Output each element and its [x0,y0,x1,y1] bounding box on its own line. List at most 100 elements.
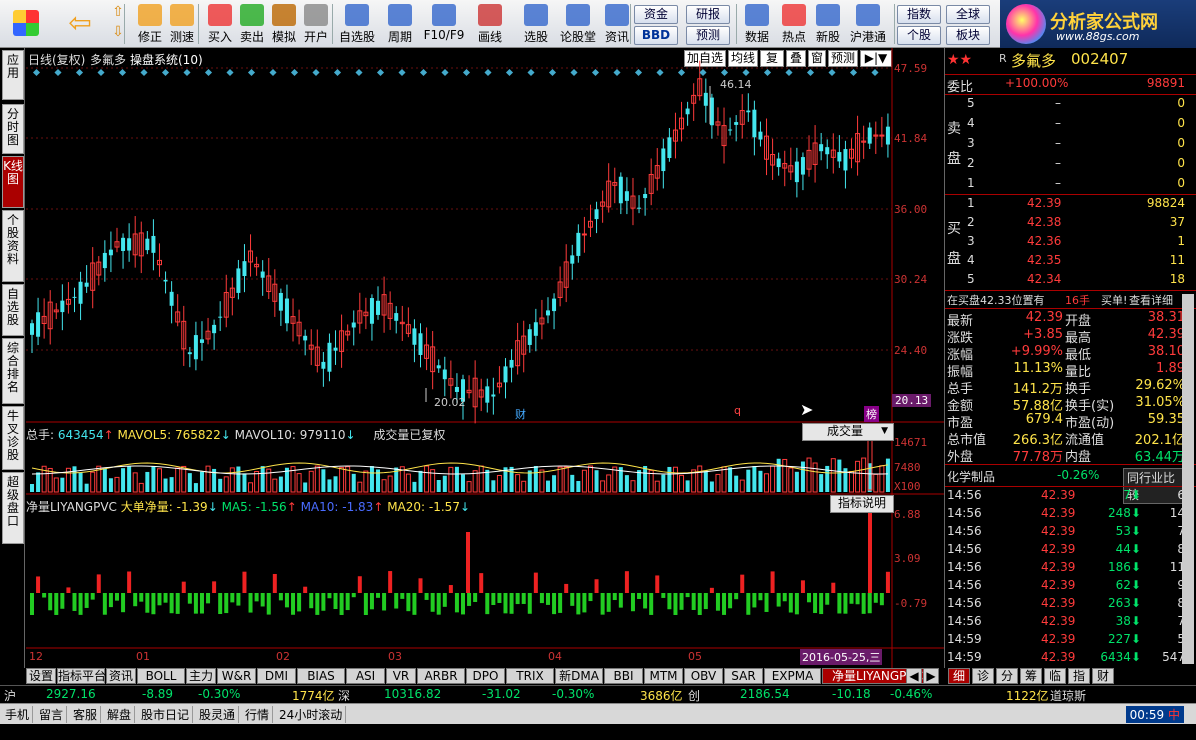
left-tab-7[interactable]: 超级盘口 [2,472,24,544]
buy-level-row[interactable]: 5 42.34 18 [945,272,1185,290]
indicator-tab[interactable]: MTM [644,668,683,684]
left-tab-1[interactable]: 分时图 [2,104,24,154]
screen-button-10[interactable]: 选股 [516,2,556,46]
pen-button-9[interactable]: 画线 [470,2,510,46]
status-item[interactable]: 留言 [36,706,68,723]
pe-button-13[interactable]: 数据 [740,2,774,46]
left-tab-3[interactable]: 个股资料 [2,210,24,282]
left-tab-2[interactable]: K线图 [2,156,24,208]
zijin-button[interactable]: 资金 [634,5,678,24]
quote-tab[interactable]: 分 [996,668,1018,684]
chat-button-11[interactable]: 论股堂 [558,2,598,46]
quote-tab[interactable]: 细 [948,668,970,684]
status-item[interactable]: 客服 [70,706,102,723]
volume-dropdown[interactable]: 成交量 ▼ [802,423,894,441]
news-button-12[interactable]: 资讯 [600,2,634,46]
indicator-help-button[interactable]: 指标说明 [830,495,894,513]
star-button-6[interactable]: 自选股 [336,2,378,46]
buy-level-row[interactable]: 4 42.35 11 [945,253,1185,271]
finance-marker[interactable]: 财 [515,406,526,422]
kline-chart-panel[interactable]: 日线(复权) 多氟多 操盘系统(10) 加自选 均线 复权叠窗预测 ▶|▼ 47.59… [26,48,944,668]
quote-tab[interactable]: 财 [1092,668,1114,684]
indicator-tab[interactable]: 设置 [26,668,56,684]
fire-button-14[interactable]: 热点 [778,2,810,46]
status-item[interactable]: 行情 [242,706,274,723]
bbd-button[interactable]: BBD [634,26,678,45]
indicator-tab[interactable]: SAR [724,668,763,684]
net-volume-bar [558,593,563,613]
net-volume-bar [758,593,763,601]
level-volume: 98824 [1146,196,1185,210]
indicator-tab[interactable]: BBI [604,668,643,684]
volume-bar [594,470,599,492]
status-item[interactable]: 股市日记 [138,706,194,723]
logo-banner[interactable]: 分析家公式网 www.88gs.com [1000,0,1196,48]
next-tab-icon[interactable]: ▶ [923,668,939,684]
scrollbar[interactable] [1182,294,1194,664]
indicator-tab[interactable]: BIAS [297,668,345,684]
left-tab-4[interactable]: 自选股 [2,284,24,336]
star-icon: ★★ [947,52,973,68]
rank-marker[interactable]: 榜 [864,406,879,422]
quote-tab[interactable]: 诊 [972,668,994,684]
left-tab-0[interactable]: 应用 [2,50,24,100]
indicator-tab[interactable]: OBV [684,668,723,684]
indicator-tab[interactable]: 指标平台 [57,668,106,684]
sell-button-3[interactable]: 卖出 [236,2,268,46]
buy-level-row[interactable]: 3 42.36 1 [945,234,1185,252]
refresh-button-0[interactable]: 修正 [134,2,166,46]
scroll-buttons[interactable]: ⇧ ⇩ [104,2,132,46]
sell-level-row[interactable]: 2 – 0 [945,156,1185,174]
hammer-button-4[interactable]: 模拟 [268,2,300,46]
view-detail-link[interactable]: 查看详细 [1129,292,1173,308]
net-volume-bar [576,593,581,615]
indicator-tab[interactable]: ASI [346,668,385,684]
document-button-8[interactable]: F10/F9 [422,2,466,46]
indicator-tab[interactable]: TRIX [506,668,554,684]
clock-button-7[interactable]: 周期 [382,2,418,46]
sell-level-row[interactable]: 1 – 0 [945,176,1185,194]
indicator-tab[interactable]: 资讯 [106,668,136,684]
indicator-tab[interactable]: 新DMA [555,668,603,684]
indicator-tab[interactable]: DMI [257,668,296,684]
back-button[interactable]: ⇦ [60,2,100,46]
indicator-tab[interactable]: ARBR [417,668,465,684]
buy-button-2[interactable]: 买入 [204,2,236,46]
status-item[interactable]: 手机 [2,706,34,723]
q-marker[interactable]: q [734,404,741,417]
indicator-tab[interactable]: BOLL [137,668,185,684]
sell-level-row[interactable]: 4 – 0 [945,116,1185,134]
buy-level-row[interactable]: 1 42.39 98824 [945,196,1185,214]
status-item[interactable]: 24小时滚动 [276,706,347,723]
left-tab-5[interactable]: 综合排名 [2,338,24,404]
hk-button-16[interactable]: 沪港通 [846,2,890,46]
yuce-button[interactable]: 预测 [686,26,730,45]
lock-button-5[interactable]: 开户 [300,2,332,46]
new-stock-button-15[interactable]: 新股 [812,2,844,46]
clock-button-1[interactable]: 测速 [166,2,198,46]
zhishu-button[interactable]: 指数 [897,5,941,24]
quote-tab[interactable]: 临 [1044,668,1066,684]
indicator-tab[interactable]: W&R [217,668,256,684]
level-volume: 0 [1177,136,1185,150]
sell-level-row[interactable]: 3 – 0 [945,136,1185,154]
yanbao-button[interactable]: 研报 [686,5,730,24]
left-tab-6[interactable]: 牛叉诊股 [2,406,24,470]
status-item[interactable]: 解盘 [104,706,136,723]
indicator-tab[interactable]: EXPMA [764,668,821,684]
status-item[interactable]: 股灵通 [196,706,240,723]
indicator-tab[interactable]: 主力 [186,668,216,684]
chart-canvas[interactable] [26,48,944,668]
quanqiu-button[interactable]: 全球 [946,5,990,24]
quote-tab[interactable]: 筹 [1020,668,1042,684]
index-ticker[interactable]: 沪 2927.16 -8.89 -0.30% 1774亿 深 10316.82 … [0,685,1196,703]
bankuai-button[interactable]: 板块 [946,26,990,45]
prev-tab-icon[interactable]: ◀ [906,668,922,684]
indicator-tab[interactable]: DPO [466,668,505,684]
buy-level-row[interactable]: 2 42.38 37 [945,215,1185,233]
quote-tab[interactable]: 指 [1068,668,1090,684]
gegu-button[interactable]: 个股 [897,26,941,45]
indicator-tab[interactable]: VR [386,668,416,684]
sell-level-row[interactable]: 5 – 0 [945,96,1185,114]
window-icon[interactable] [4,2,48,46]
